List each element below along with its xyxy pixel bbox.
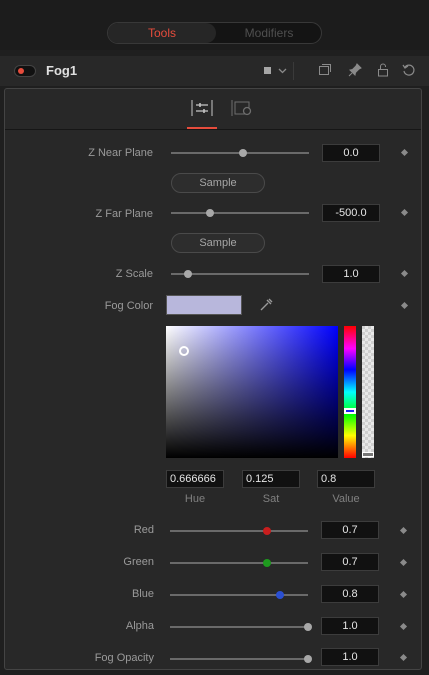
slider-knob[interactable] bbox=[276, 591, 285, 599]
fog-opacity-label: Fog Opacity bbox=[94, 652, 154, 664]
alpha-label: Alpha bbox=[125, 620, 154, 632]
keyframe-icon[interactable] bbox=[399, 526, 408, 535]
green-slider[interactable] bbox=[170, 559, 308, 567]
red-slider[interactable] bbox=[170, 527, 308, 535]
red-label: Red bbox=[133, 524, 154, 536]
keyframe-icon[interactable] bbox=[399, 558, 408, 567]
keyframe-icon[interactable] bbox=[399, 590, 408, 599]
blue-field[interactable]: 0.8 bbox=[321, 585, 379, 603]
fog-opacity-slider[interactable] bbox=[170, 655, 312, 663]
fog-opacity-field[interactable]: 1.0 bbox=[321, 648, 379, 666]
green-label: Green bbox=[123, 556, 154, 568]
blue-slider[interactable] bbox=[170, 591, 308, 599]
keyframe-icon[interactable] bbox=[399, 653, 408, 662]
slider-knob[interactable] bbox=[304, 623, 312, 631]
blue-label: Blue bbox=[131, 588, 154, 600]
red-field[interactable]: 0.7 bbox=[321, 521, 379, 539]
keyframe-icon[interactable] bbox=[399, 622, 408, 631]
slider-knob[interactable] bbox=[262, 559, 271, 567]
green-field[interactable]: 0.7 bbox=[321, 553, 379, 571]
slider-knob[interactable] bbox=[304, 655, 312, 663]
rgba-rows: Red 0.7 Green 0.7 Blue 0.8 Alpha 1.0 Fog… bbox=[4, 0, 422, 675]
alpha-slider[interactable] bbox=[170, 623, 312, 631]
alpha-field[interactable]: 1.0 bbox=[321, 617, 379, 635]
slider-knob[interactable] bbox=[262, 527, 271, 535]
